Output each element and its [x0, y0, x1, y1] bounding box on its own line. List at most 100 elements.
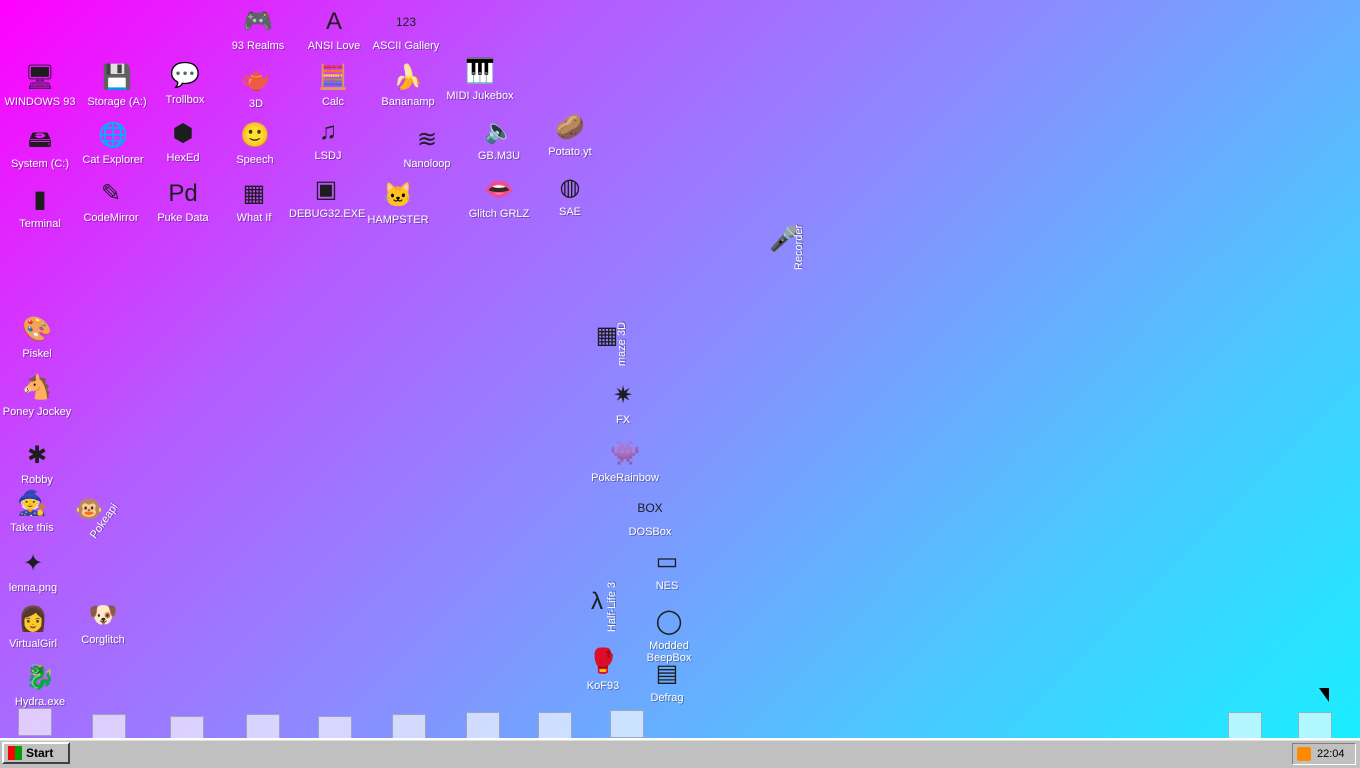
- cube-icon: [1229, 713, 1261, 739]
- desktop-icon-gbm3u[interactable]: 🔈 GB.M3U: [462, 116, 536, 162]
- desktop-icon-system-c[interactable]: 🖴 System (C:): [3, 124, 77, 170]
- desktop-icon-label: Bananamp: [381, 96, 435, 108]
- help-icon: [539, 713, 571, 739]
- desktop-icon-virtualgirl[interactable]: 👩 VirtualGirl: [0, 604, 70, 650]
- desktop-icon-pokerainbow[interactable]: 👾 PokeRainbow: [588, 438, 662, 484]
- desktop-icon-label: Speech: [236, 154, 274, 166]
- desktop-icon-cube[interactable]: [1228, 712, 1262, 740]
- desktop-icon-midi-jukebox[interactable]: 🎹 MIDI Jukebox: [443, 56, 517, 102]
- desktop-icon-ascii-gallery[interactable]: 123 ASCII Gallery: [369, 6, 443, 52]
- desktop-icon-potato[interactable]: 🥔 Potato.yt: [533, 112, 607, 158]
- desktop-icon-three-d[interactable]: 🫖 3D: [219, 64, 293, 110]
- desktop-icon-label: System (C:): [10, 158, 70, 170]
- desktop-icon-poney-jockey[interactable]: 🐴 Poney Jockey: [0, 372, 74, 418]
- desktop-icon-label: DOSBox: [628, 526, 672, 538]
- desktop-icon-windows93[interactable]: 🖥 WINDOWS 93: [3, 62, 77, 108]
- desktop-icon-debug[interactable]: ▣ DEBUG32.EXE: [289, 174, 366, 220]
- desktop-icon-label: LSDJ: [314, 150, 342, 162]
- desktop-icon-nanoloop[interactable]: ≋ Nanoloop: [390, 124, 464, 170]
- desktop-icon-speech[interactable]: 🙂 Speech: [218, 120, 292, 166]
- nanoloop-icon: ≋: [416, 126, 438, 153]
- desktop-icon-robot[interactable]: [466, 712, 500, 740]
- gbm3u-icon: 🔈: [484, 118, 514, 145]
- desktop-icon-sae[interactable]: ◍ SAE: [533, 172, 607, 218]
- desktop-icon-cat-explorer[interactable]: 🌐 Cat Explorer: [76, 120, 150, 166]
- pokerainbow-icon: 👾: [610, 440, 640, 467]
- desktop-icon-recorder[interactable]: 🎤 Recorder: [747, 224, 821, 270]
- desktop-icon-label: ASCII Gallery: [372, 40, 440, 52]
- rss-icon[interactable]: [1297, 747, 1311, 761]
- desktop-icon-nes[interactable]: ▭ NES: [630, 546, 704, 592]
- desktop-icon-label: Terminal: [19, 218, 61, 230]
- cat-explorer-icon: 🌐: [98, 122, 128, 149]
- desktop-icon-codemirror[interactable]: ✎ CodeMirror: [74, 178, 148, 224]
- desktop-icon-kof93[interactable]: 🥊 KoF93: [566, 646, 640, 692]
- windows93-icon: 🖥: [24, 64, 56, 91]
- desktop-icon-hydra[interactable]: 🐉 Hydra.exe: [3, 662, 77, 708]
- desktop-icon-label: Storage (A:): [87, 96, 147, 108]
- desktop-icon-93-realms[interactable]: 🎮 93 Realms: [221, 6, 295, 52]
- desktop-icon-defrag[interactable]: ▤ Defrag: [630, 658, 704, 704]
- system-c-icon: 🖴: [27, 126, 53, 153]
- desktop-icon-ansi-love[interactable]: A ANSI Love: [297, 6, 371, 52]
- desktop-icon-terminal[interactable]: ▮ Terminal: [3, 184, 77, 230]
- desktop-icon-snake[interactable]: [1298, 712, 1332, 740]
- desktop-icon-calc[interactable]: 🧮 Calc: [296, 62, 370, 108]
- desktop-icon-lsdj[interactable]: ♫ LSDJ: [291, 116, 365, 162]
- calc-icon: 🧮: [318, 64, 348, 91]
- desktop-icon-corglitch[interactable]: 🐶 Corglitch: [66, 600, 140, 646]
- desktop-icon-help[interactable]: [538, 712, 572, 740]
- three-d-icon: 🫖: [241, 66, 271, 93]
- robby-icon: ✱: [26, 442, 48, 469]
- desktop-icon-bananamp[interactable]: 🍌 Bananamp: [371, 62, 445, 108]
- desktop-icon-bin[interactable]: [18, 708, 52, 736]
- glitch-grlz-icon: 👄: [484, 176, 514, 203]
- system-tray: 22:04: [1292, 743, 1356, 765]
- desktop-icon-halflife3[interactable]: λ Half-Life 3: [560, 582, 634, 632]
- desktop-icon-label: Poney Jockey: [2, 406, 72, 418]
- desktop-icon-label: FX: [615, 414, 631, 426]
- desktop-icon-label: Piskel: [22, 348, 52, 360]
- desktop-icon-lenna[interactable]: ✦ lenna.png: [0, 548, 70, 594]
- desktop-icon-label: MIDI Jukebox: [446, 90, 514, 102]
- desktop-icon-label: 3D: [248, 98, 264, 110]
- puke-data-icon: Pd: [168, 180, 198, 207]
- trollbox-icon: 💬: [170, 62, 200, 89]
- start-label: Start: [26, 746, 54, 760]
- modded-beepbox-icon: ◯: [655, 608, 683, 635]
- desktop-icon-label: HexEd: [166, 152, 200, 164]
- sae-icon: ◍: [559, 174, 581, 201]
- start-button[interactable]: Start: [2, 742, 70, 764]
- taskbar: Start 22:04: [0, 738, 1360, 768]
- desktop-icon-label: SAE: [558, 206, 581, 218]
- desktop-icon-glitch-grlz[interactable]: 👄 Glitch GRLZ: [462, 174, 536, 220]
- ansi-love-icon: A: [325, 8, 342, 35]
- desktop-icon-dosbox[interactable]: BOX DOSBox: [613, 492, 687, 538]
- desktop-icon-label: lenna.png: [8, 582, 58, 594]
- desktop-icon-hexed[interactable]: ⬢ HexEd: [146, 118, 220, 164]
- desktop-icon-label: DEBUG32.EXE: [289, 208, 366, 220]
- desktop-icon-robby[interactable]: ✱ Robby: [0, 440, 74, 486]
- desktop-icon-maze3d[interactable]: ▦ maze 3D: [570, 320, 644, 366]
- windows-logo-icon: [8, 746, 22, 760]
- desktop-icon-label: Hydra.exe: [14, 696, 66, 708]
- midi-jukebox-icon: 🎹: [465, 58, 495, 85]
- desktop-icon-label: Potato.yt: [548, 146, 592, 158]
- clock[interactable]: 22:04: [1317, 748, 1345, 760]
- desktop-icon-label: VirtualGirl: [8, 638, 58, 650]
- desktop-icon-label: Cat Explorer: [82, 154, 144, 166]
- desktop-icon-fx[interactable]: ✷ FX: [586, 380, 660, 426]
- storage-a-icon: 💾: [102, 64, 132, 91]
- desktop-icon-pokeapi[interactable]: 🐵 Pokeapi: [52, 494, 126, 541]
- desktop-icon-storage-a[interactable]: 💾 Storage (A:): [80, 62, 154, 108]
- desktop-icon-hampster[interactable]: 🐱 HAMPSTER: [361, 180, 435, 226]
- desktop-icon-what-if[interactable]: ▦ What If: [217, 178, 291, 224]
- desktop-icon-piskel[interactable]: 🎨 Piskel: [0, 314, 74, 360]
- desktop-icon-person[interactable]: [610, 710, 644, 738]
- nes-icon: ▭: [655, 548, 679, 575]
- desktop-icon-label: HAMPSTER: [367, 214, 429, 226]
- dosbox-icon: BOX: [637, 501, 663, 515]
- desktop-icon-puke-data[interactable]: Pd Puke Data: [146, 178, 220, 224]
- desktop-icon-trollbox[interactable]: 💬 Trollbox: [148, 60, 222, 106]
- desktop-icon-modded-beepbox[interactable]: ◯ Modded BeepBox: [632, 606, 706, 664]
